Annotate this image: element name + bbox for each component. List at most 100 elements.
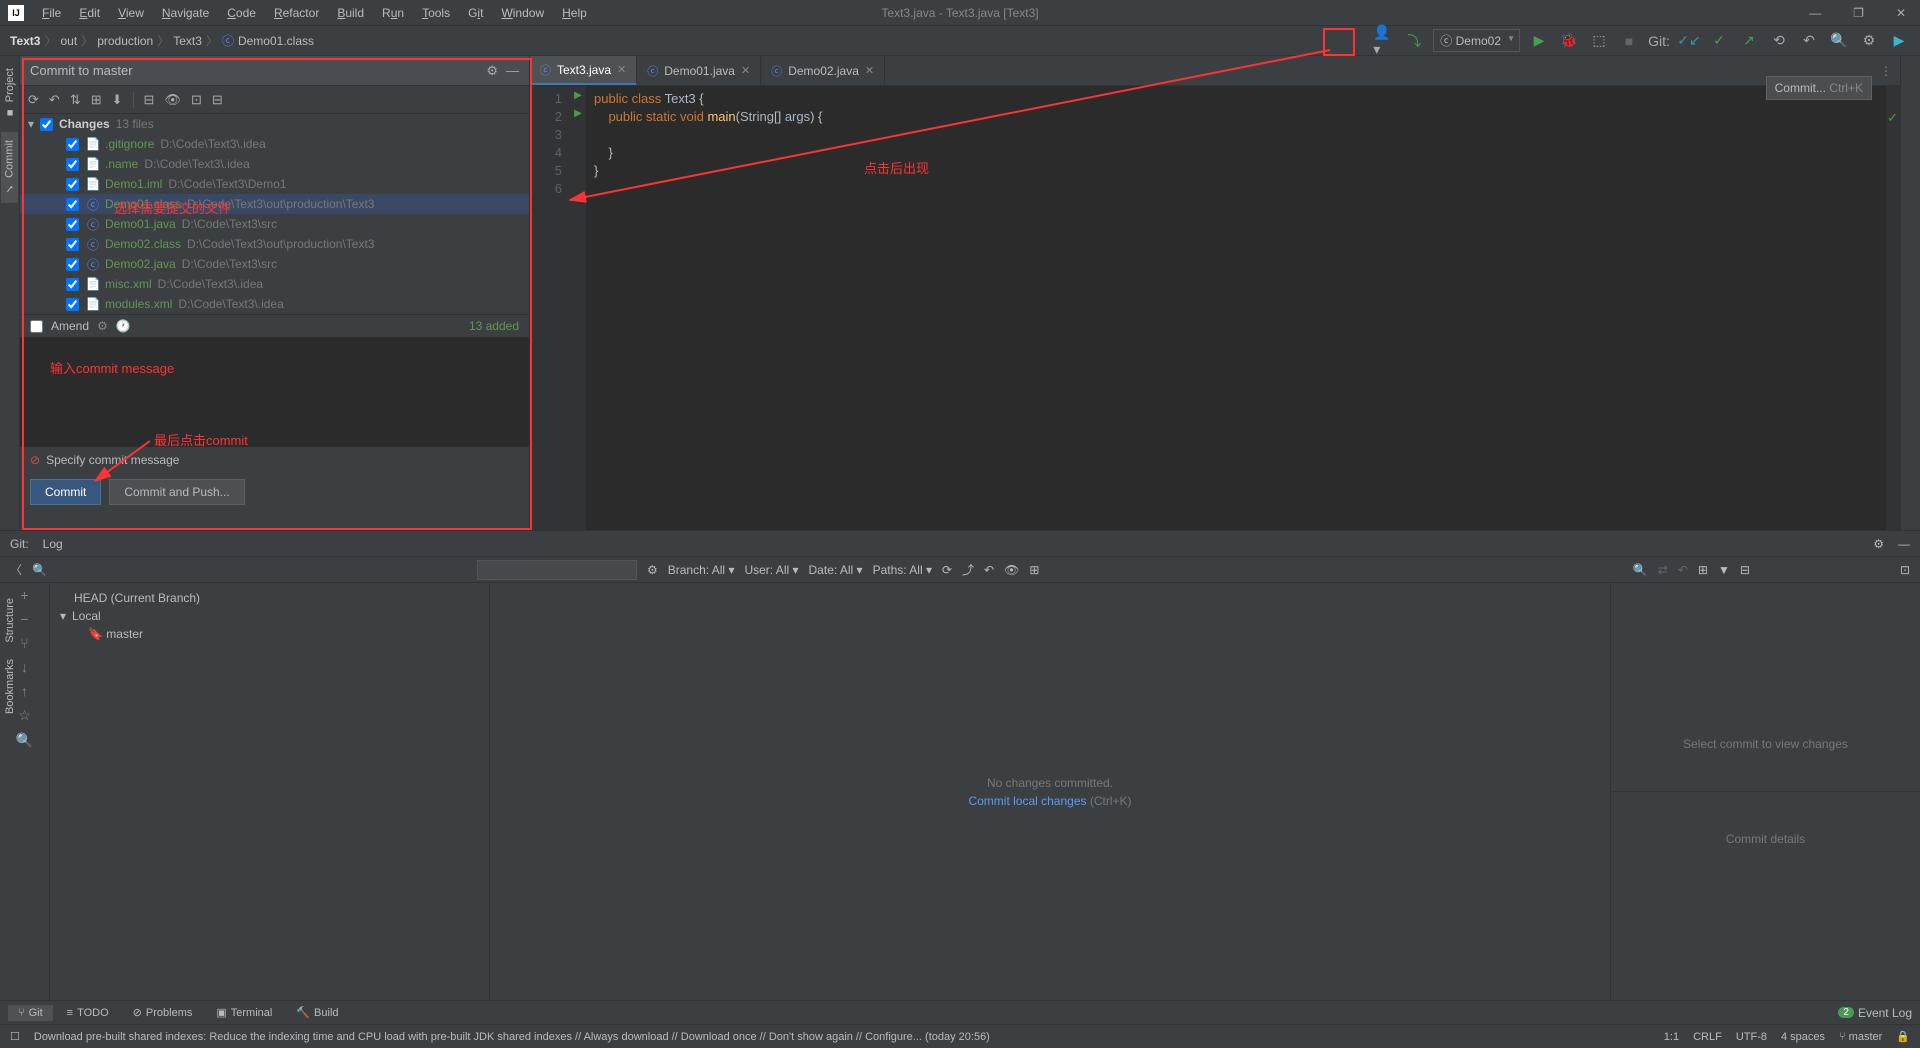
group-icon[interactable]: ⊟ [144, 92, 155, 108]
update-icon[interactable]: ↓ [21, 659, 28, 675]
push-icon[interactable]: ↑ [21, 683, 28, 699]
indent-settings[interactable]: 4 spaces [1781, 1031, 1825, 1043]
file-row[interactable]: 📄 misc.xml D:\Code\Text3\.idea [20, 274, 529, 294]
menu-edit[interactable]: Edit [71, 4, 108, 22]
commit-button[interactable]: Commit [30, 479, 101, 505]
search-icon[interactable]: 🔍 [16, 732, 33, 749]
head-row[interactable]: HEAD (Current Branch) [60, 589, 479, 607]
branch-filter[interactable]: Branch: All ▾ [668, 563, 735, 577]
gear-icon[interactable]: ⚙ [1873, 537, 1884, 551]
file-row[interactable]: ⓒ Demo01.class D:\Code\Text3\out\product… [20, 194, 529, 214]
commit-icon[interactable]: ✓ [1708, 30, 1730, 52]
hide-icon[interactable]: — [506, 63, 519, 78]
breadcrumb-item[interactable]: Demo01.class [238, 34, 314, 48]
menu-view[interactable]: View [110, 4, 152, 22]
project-tab[interactable]: ■ Project [2, 60, 18, 126]
editor-body[interactable]: 123 456 ▶ ▶ public class Text3 { public … [530, 86, 1900, 530]
hide-icon[interactable]: — [1898, 537, 1910, 551]
revert-icon[interactable]: ↶ [1678, 563, 1688, 577]
file-checkbox[interactable] [66, 238, 79, 251]
build-icon[interactable]: ⤵ [1403, 30, 1425, 52]
push-icon[interactable]: ↗ [1738, 30, 1760, 52]
menu-navigate[interactable]: Navigate [154, 4, 217, 22]
status-icon[interactable]: ☐ [10, 1030, 20, 1043]
stop-icon[interactable]: ■ [1618, 30, 1640, 52]
minimize-button[interactable]: — [1803, 6, 1827, 20]
changelist-icon[interactable]: ⊞ [91, 92, 102, 108]
breadcrumb-item[interactable]: out [60, 34, 77, 48]
commit-tab[interactable]: ✓ Commit [1, 132, 18, 203]
git-log-tab[interactable]: Log [43, 537, 63, 551]
diff-icon[interactable]: ⇄ [1658, 563, 1668, 577]
rollback-icon[interactable]: ↶ [1798, 30, 1820, 52]
breadcrumb-item[interactable]: Text3 [173, 34, 202, 48]
problems-tab[interactable]: ⊘ Problems [123, 1004, 203, 1021]
commit-message-input[interactable] [20, 337, 529, 447]
file-checkbox[interactable] [66, 258, 79, 271]
code-area[interactable]: public class Text3 { public static void … [586, 86, 1886, 530]
caret-position[interactable]: 1:1 [1664, 1031, 1679, 1043]
history-icon[interactable]: 🕐 [116, 319, 131, 333]
history-icon[interactable]: ⟲ [1768, 30, 1790, 52]
log-search-input[interactable] [477, 560, 637, 580]
file-row[interactable]: 📄 .name D:\Code\Text3\.idea [20, 154, 529, 174]
local-node[interactable]: ▾Local [60, 607, 479, 625]
run-config-selector[interactable]: ⓒ Demo02 [1433, 29, 1520, 52]
group-icon[interactable]: ⊞ [1698, 563, 1708, 577]
user-filter[interactable]: User: All ▾ [744, 563, 798, 577]
file-row[interactable]: ⓒ Demo01.java D:\Code\Text3\src [20, 214, 529, 234]
bookmarks-tab[interactable]: Bookmarks [2, 651, 18, 722]
revert-icon[interactable]: ↶ [984, 563, 994, 577]
editor-tab[interactable]: ⓒ Demo01.java ✕ [637, 56, 761, 85]
date-filter[interactable]: Date: All ▾ [809, 563, 863, 577]
rollback-icon[interactable]: ↶ [49, 92, 60, 108]
file-encoding[interactable]: UTF-8 [1736, 1031, 1767, 1043]
menu-tools[interactable]: Tools [414, 4, 458, 22]
commit-and-push-button[interactable]: Commit and Push... [109, 479, 244, 505]
tabs-more-icon[interactable]: ⋮ [1872, 64, 1900, 78]
todo-tab[interactable]: ≡ TODO [57, 1005, 119, 1021]
settings-icon[interactable]: ⚙ [1858, 30, 1880, 52]
maximize-button[interactable]: ❐ [1847, 6, 1870, 20]
menu-code[interactable]: Code [219, 4, 264, 22]
terminal-tab[interactable]: ▣ Terminal [206, 1004, 282, 1021]
inspection-ok-icon[interactable]: ✓ [1887, 110, 1898, 126]
refresh-icon[interactable]: ⟳ [942, 563, 952, 577]
collapse-icon[interactable]: ⊟ [212, 92, 223, 108]
file-checkbox[interactable] [66, 298, 79, 311]
git-branch[interactable]: ⑂ master [1839, 1031, 1882, 1043]
menu-window[interactable]: Window [493, 4, 552, 22]
view-icon[interactable]: 👁 [164, 92, 181, 108]
editor-tab[interactable]: ⓒ Text3.java ✕ [530, 56, 637, 85]
run-gutter-icon[interactable]: ▶ [570, 90, 586, 108]
run-gutter-icon[interactable]: ▶ [570, 108, 586, 126]
build-tab[interactable]: 🔨 Build [286, 1004, 348, 1021]
changes-group[interactable]: ▾ Changes 13 files [20, 114, 529, 134]
expand-icon[interactable]: ⊡ [191, 92, 202, 108]
branch-icon[interactable]: ⑂ [20, 635, 28, 651]
file-row[interactable]: 📄 .gitignore D:\Code\Text3\.idea [20, 134, 529, 154]
menu-help[interactable]: Help [554, 4, 595, 22]
file-checkbox[interactable] [66, 218, 79, 231]
search-icon[interactable]: 🔍 [32, 563, 47, 577]
back-icon[interactable]: 〈 [10, 561, 22, 578]
file-row[interactable]: ⓒ Demo02.java D:\Code\Text3\src [20, 254, 529, 274]
event-log-tab[interactable]: 2 Event Log [1838, 1006, 1912, 1020]
update-project-icon[interactable]: ✓↙ [1678, 30, 1700, 52]
collapse-icon[interactable]: ⊡ [1900, 563, 1910, 577]
filter-icon[interactable]: ▼ [1718, 563, 1730, 577]
structure-tab[interactable]: Structure [2, 590, 18, 651]
star-icon[interactable]: ☆ [18, 707, 31, 724]
gear-icon[interactable]: ⚙ [97, 319, 108, 333]
lock-icon[interactable]: 🔒 [1896, 1030, 1910, 1043]
menu-file[interactable]: File [34, 4, 69, 22]
search-icon[interactable]: 🔍 [1633, 563, 1648, 577]
run-anything-icon[interactable]: ▶ [1888, 30, 1910, 52]
group-checkbox[interactable] [40, 118, 53, 131]
close-button[interactable]: ✕ [1890, 6, 1912, 20]
editor-tab[interactable]: ⓒ Demo02.java ✕ [761, 56, 885, 85]
shelve-icon[interactable]: ⬇ [112, 92, 123, 108]
paths-filter[interactable]: Paths: All ▾ [873, 563, 932, 577]
user-icon[interactable]: 👤▾ [1373, 30, 1395, 52]
refresh-icon[interactable]: ⟳ [28, 92, 39, 108]
